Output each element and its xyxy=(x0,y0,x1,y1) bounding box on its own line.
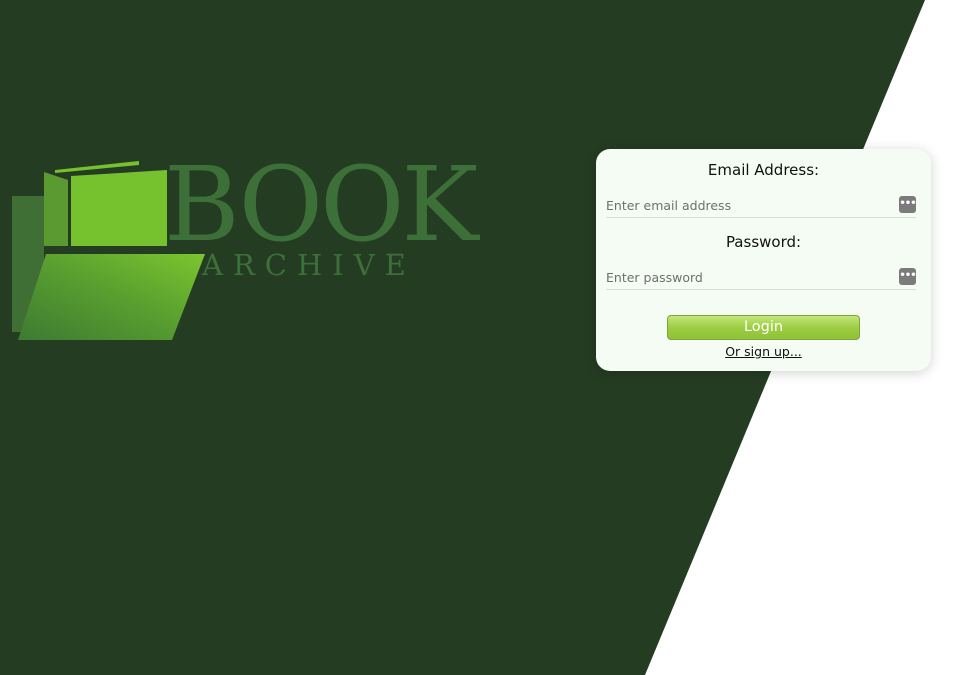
login-button[interactable]: Login xyxy=(667,315,860,340)
email-label: Email Address: xyxy=(707,161,820,179)
password-label: Password: xyxy=(725,233,802,251)
logo-subtitle: ARCHIVE xyxy=(202,248,416,282)
book-page-front xyxy=(71,170,167,246)
email-field-row: ••• xyxy=(606,193,917,218)
password-manager-icon[interactable]: ••• xyxy=(899,268,917,285)
logo-title: BOOK xyxy=(164,145,478,265)
login-page: BOOK ARCHIVE Email Address: ••• Password… xyxy=(0,0,960,675)
password-field-row: ••• xyxy=(606,265,917,290)
password-manager-icon[interactable]: ••• xyxy=(899,196,917,213)
book-cover xyxy=(18,254,205,340)
book-page-left xyxy=(44,172,68,246)
email-input[interactable] xyxy=(606,193,886,217)
book-page-top xyxy=(55,161,139,173)
password-input[interactable] xyxy=(606,265,886,289)
login-card: Email Address: ••• Password: ••• Login O… xyxy=(596,149,931,371)
signup-link[interactable]: Or sign up... xyxy=(596,344,931,359)
